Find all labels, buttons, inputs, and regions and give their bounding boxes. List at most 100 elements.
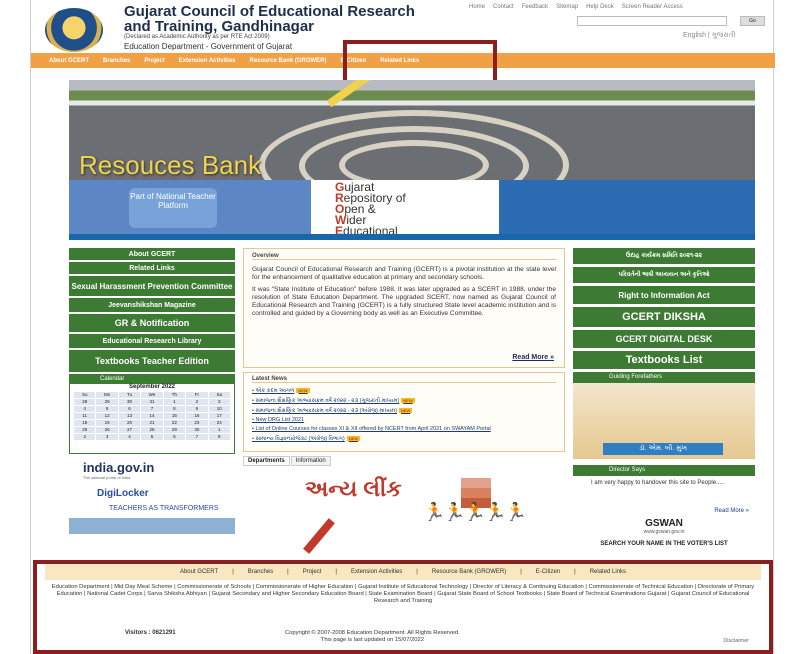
director-read-more[interactable]: Read More »	[573, 508, 755, 514]
nav-related-links[interactable]: Related Links	[380, 58, 433, 64]
footer-link-branches[interactable]: Branches	[248, 569, 273, 575]
calendar-day[interactable]: 1	[208, 427, 230, 433]
resource-bank-banner[interactable]: Resouces Bank	[69, 80, 755, 180]
news-item[interactable]: • એક કદમ આગળ NEW	[252, 386, 556, 396]
sidebar-research-library[interactable]: Educational Research Library	[69, 334, 235, 348]
voter-list-link[interactable]: SEARCH YOUR NAME IN THE VOTER'S LIST	[573, 541, 755, 548]
calendar-day[interactable]: 22	[163, 420, 186, 426]
top-link-feedback[interactable]: Feedback	[522, 4, 548, 10]
calendar-day[interactable]: 15	[163, 413, 186, 419]
news-item[interactable]: • સમાજના શૈક્ષણિક અભ્યાસક્રમ વર્ષ ૨૦૨૨ -…	[252, 396, 556, 406]
nav-branches[interactable]: Branches	[103, 58, 144, 64]
top-link-screen-reader[interactable]: Screen Reader Access	[622, 4, 683, 10]
calendar-day[interactable]: 23	[186, 420, 208, 426]
left-bottom-banner[interactable]	[69, 518, 235, 534]
calendar-day[interactable]: 20	[118, 420, 141, 426]
calendar-day[interactable]: 30	[118, 399, 141, 405]
calendar-day[interactable]: 6	[118, 406, 141, 412]
calendar-day[interactable]: 14	[141, 413, 163, 419]
right-btn-diksha[interactable]: GCERT DIKSHA	[573, 307, 755, 327]
right-btn-gujarati-link[interactable]: પરિવર્તની ભાષી અધ્યયન અને કૃતિઓ	[573, 267, 755, 283]
tab-information[interactable]: Information	[290, 456, 331, 466]
footer-link-about[interactable]: About GCERT	[180, 569, 218, 575]
calendar-day[interactable]: 3	[208, 399, 230, 405]
top-link-sitemap[interactable]: Sitemap	[556, 4, 578, 10]
calendar-day[interactable]: 24	[208, 420, 230, 426]
news-item[interactable]: • સામાન્ય વિજ્ઞાનપ્રોજેક્ટ (અંગ્રેજી વિભ…	[252, 434, 556, 444]
calendar-day[interactable]: 29	[96, 399, 118, 405]
language-switch[interactable]: English | ગુજરાતી	[683, 32, 735, 40]
search-button[interactable]: Go	[740, 16, 765, 26]
calendar-day[interactable]: 11	[74, 413, 96, 419]
teachers-transformers-logo[interactable]: TEACHERS AS TRANSFORMERS	[69, 505, 235, 512]
calendar-day[interactable]: 12	[96, 413, 118, 419]
india-gov-logo[interactable]: india.gov.in	[69, 460, 235, 475]
calendar-day[interactable]: 4	[74, 406, 96, 412]
sidebar-magazine[interactable]: Jeevanshikshan Magazine	[69, 298, 235, 312]
calendar-day[interactable]: 28	[141, 427, 163, 433]
calendar-day[interactable]: 7	[141, 406, 163, 412]
calendar-day[interactable]: 30	[186, 427, 208, 433]
calendar-day[interactable]: 19	[96, 420, 118, 426]
calendar-day[interactable]: 4	[118, 434, 141, 440]
calendar-day[interactable]: 13	[118, 413, 141, 419]
grower-banner[interactable]: Part of National Teacher Platform Gujara…	[69, 180, 755, 240]
calendar-day[interactable]: 2	[74, 434, 96, 440]
forefather-portrait[interactable]: ડૉ. એમ. બી. મુખ	[573, 383, 755, 459]
right-btn-textbooks-list[interactable]: Textbooks List	[573, 351, 755, 369]
calendar-day[interactable]: 21	[141, 420, 163, 426]
footer-link-ecitizen[interactable]: E-Citizen	[536, 569, 560, 575]
calendar-day[interactable]: 17	[208, 413, 230, 419]
sidebar-sexual-harassment[interactable]: Sexual Harassment Prevention Committee	[69, 276, 235, 296]
calendar-day[interactable]: 18	[74, 420, 96, 426]
nav-project[interactable]: Project	[144, 58, 178, 64]
footer-link-extension[interactable]: Extension Activities	[351, 569, 402, 575]
nav-ecitizen[interactable]: E-Citizen	[341, 58, 381, 64]
calendar-day[interactable]: 26	[96, 427, 118, 433]
footer-link-related[interactable]: Related Links	[590, 569, 626, 575]
tab-departments[interactable]: Departments	[243, 456, 290, 466]
right-btn-rti[interactable]: Right to Information Act	[573, 286, 755, 304]
calendar-day[interactable]: 9	[186, 406, 208, 412]
digilocker-logo[interactable]: DigiLocker	[69, 488, 235, 499]
gcert-logo[interactable]	[45, 8, 103, 52]
calendar-day[interactable]: 28	[74, 399, 96, 405]
calendar-day[interactable]: 31	[141, 399, 163, 405]
news-item[interactable]: • List of Online Courses for classes XI …	[252, 425, 556, 434]
gswan-logo[interactable]: GSWAN	[573, 518, 755, 529]
footer-link-project[interactable]: Project	[303, 569, 322, 575]
nav-extension[interactable]: Extension Activities	[179, 58, 250, 64]
calendar-day[interactable]: 5	[96, 406, 118, 412]
sidebar-related-links[interactable]: Related Links	[69, 262, 235, 274]
news-item[interactable]: • સમાજના શૈક્ષણિક અભ્યાસક્રમ વર્ષ ૨૦૨૨ -…	[252, 406, 556, 416]
overview-read-more[interactable]: Read More »	[512, 354, 554, 361]
calendar-day[interactable]: 10	[208, 406, 230, 412]
calendar-day[interactable]: 25	[74, 427, 96, 433]
top-link-helpdesk[interactable]: Help Desk	[586, 4, 614, 10]
calendar-day[interactable]: 16	[186, 413, 208, 419]
sidebar-gr-notification[interactable]: GR & Notification	[69, 314, 235, 332]
disclaimer-link[interactable]: Disclaimer	[723, 638, 749, 644]
calendar-day[interactable]: 7	[186, 434, 208, 440]
calendar-day[interactable]: 8	[208, 434, 230, 440]
sidebar-textbooks-teacher[interactable]: Textbooks Teacher Edition	[69, 350, 235, 372]
footer-link-resource-bank[interactable]: Resource Bank (GROWER)	[432, 569, 506, 575]
calendar-day[interactable]: 8	[163, 406, 186, 412]
calendar-day[interactable]: 6	[163, 434, 186, 440]
calendar-day[interactable]: 5	[141, 434, 163, 440]
calendar-day[interactable]: 27	[118, 427, 141, 433]
right-btn-digital-desk[interactable]: GCERT DIGITAL DESK	[573, 330, 755, 348]
news-item[interactable]: • New DRG List 2021	[252, 416, 556, 425]
calendar-day[interactable]: 2	[186, 399, 208, 405]
calendar-day[interactable]: 1	[163, 399, 186, 405]
right-btn-committee[interactable]: ઉદાહ કાર્યક્રમ સમિતિ ૨૦૨૧-૨૨	[573, 248, 755, 264]
calendar-day[interactable]: 3	[96, 434, 118, 440]
nav-about[interactable]: About GCERT	[49, 58, 103, 64]
sidebar-about[interactable]: About GCERT	[69, 248, 235, 260]
top-link-home[interactable]: Home	[469, 4, 485, 10]
calendar-day[interactable]: 29	[163, 427, 186, 433]
top-link-contact[interactable]: Contact	[493, 4, 514, 10]
nav-resource-bank[interactable]: Resource Bank (GROWER)	[250, 58, 341, 64]
search-input[interactable]	[577, 16, 727, 26]
footer-links-text[interactable]: Education Department | Mid Day Meal Sche…	[45, 580, 761, 605]
